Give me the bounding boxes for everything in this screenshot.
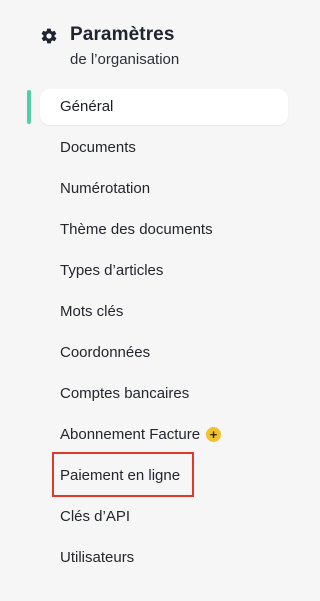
- nav-item-theme-documents[interactable]: Thème des documents: [0, 211, 309, 252]
- nav-item-label: Utilisateurs: [60, 549, 135, 566]
- nav-item-label: Coordonnées: [60, 344, 151, 361]
- nav-item-mots-cles[interactable]: Mots clés: [0, 293, 309, 334]
- nav-item-label: Documents: [60, 139, 136, 156]
- nav-item-cles-api[interactable]: Clés d’API: [0, 498, 309, 539]
- nav-item-types-articles[interactable]: Types d’articles: [0, 252, 309, 293]
- nav-item-paiement-en-ligne[interactable]: Paiement en ligne: [0, 457, 309, 498]
- nav-item-numerotation[interactable]: Numérotation: [0, 170, 309, 211]
- nav-item-label: Clés d’API: [60, 508, 131, 525]
- nav-item-label: Mots clés: [60, 303, 124, 320]
- page-subtitle: de l’organisation: [70, 51, 180, 68]
- nav-item-label: Paiement en ligne: [60, 467, 181, 484]
- nav-item-general[interactable]: Général: [0, 88, 309, 129]
- plus-badge-icon: +: [206, 427, 222, 442]
- nav-item-utilisateurs[interactable]: Utilisateurs: [0, 539, 309, 580]
- page-title: Paramètres: [70, 24, 175, 45]
- nav-item-label: Numérotation: [60, 180, 151, 197]
- settings-nav: Général Documents Numérotation Thème des…: [0, 88, 309, 580]
- nav-item-label: Comptes bancaires: [60, 385, 190, 402]
- nav-item-abonnement-facture[interactable]: Abonnement Facture +: [0, 416, 309, 457]
- nav-item-documents[interactable]: Documents: [0, 129, 309, 170]
- nav-item-coordonnees[interactable]: Coordonnées: [0, 334, 309, 375]
- active-indicator: [27, 90, 31, 124]
- gear-icon: [41, 28, 57, 44]
- nav-item-label: Général: [60, 98, 114, 115]
- nav-item-label: Thème des documents: [60, 221, 213, 238]
- nav-item-label: Types d’articles: [60, 262, 164, 279]
- nav-item-comptes-bancaires[interactable]: Comptes bancaires: [0, 375, 309, 416]
- nav-item-label: Abonnement Facture: [60, 426, 201, 443]
